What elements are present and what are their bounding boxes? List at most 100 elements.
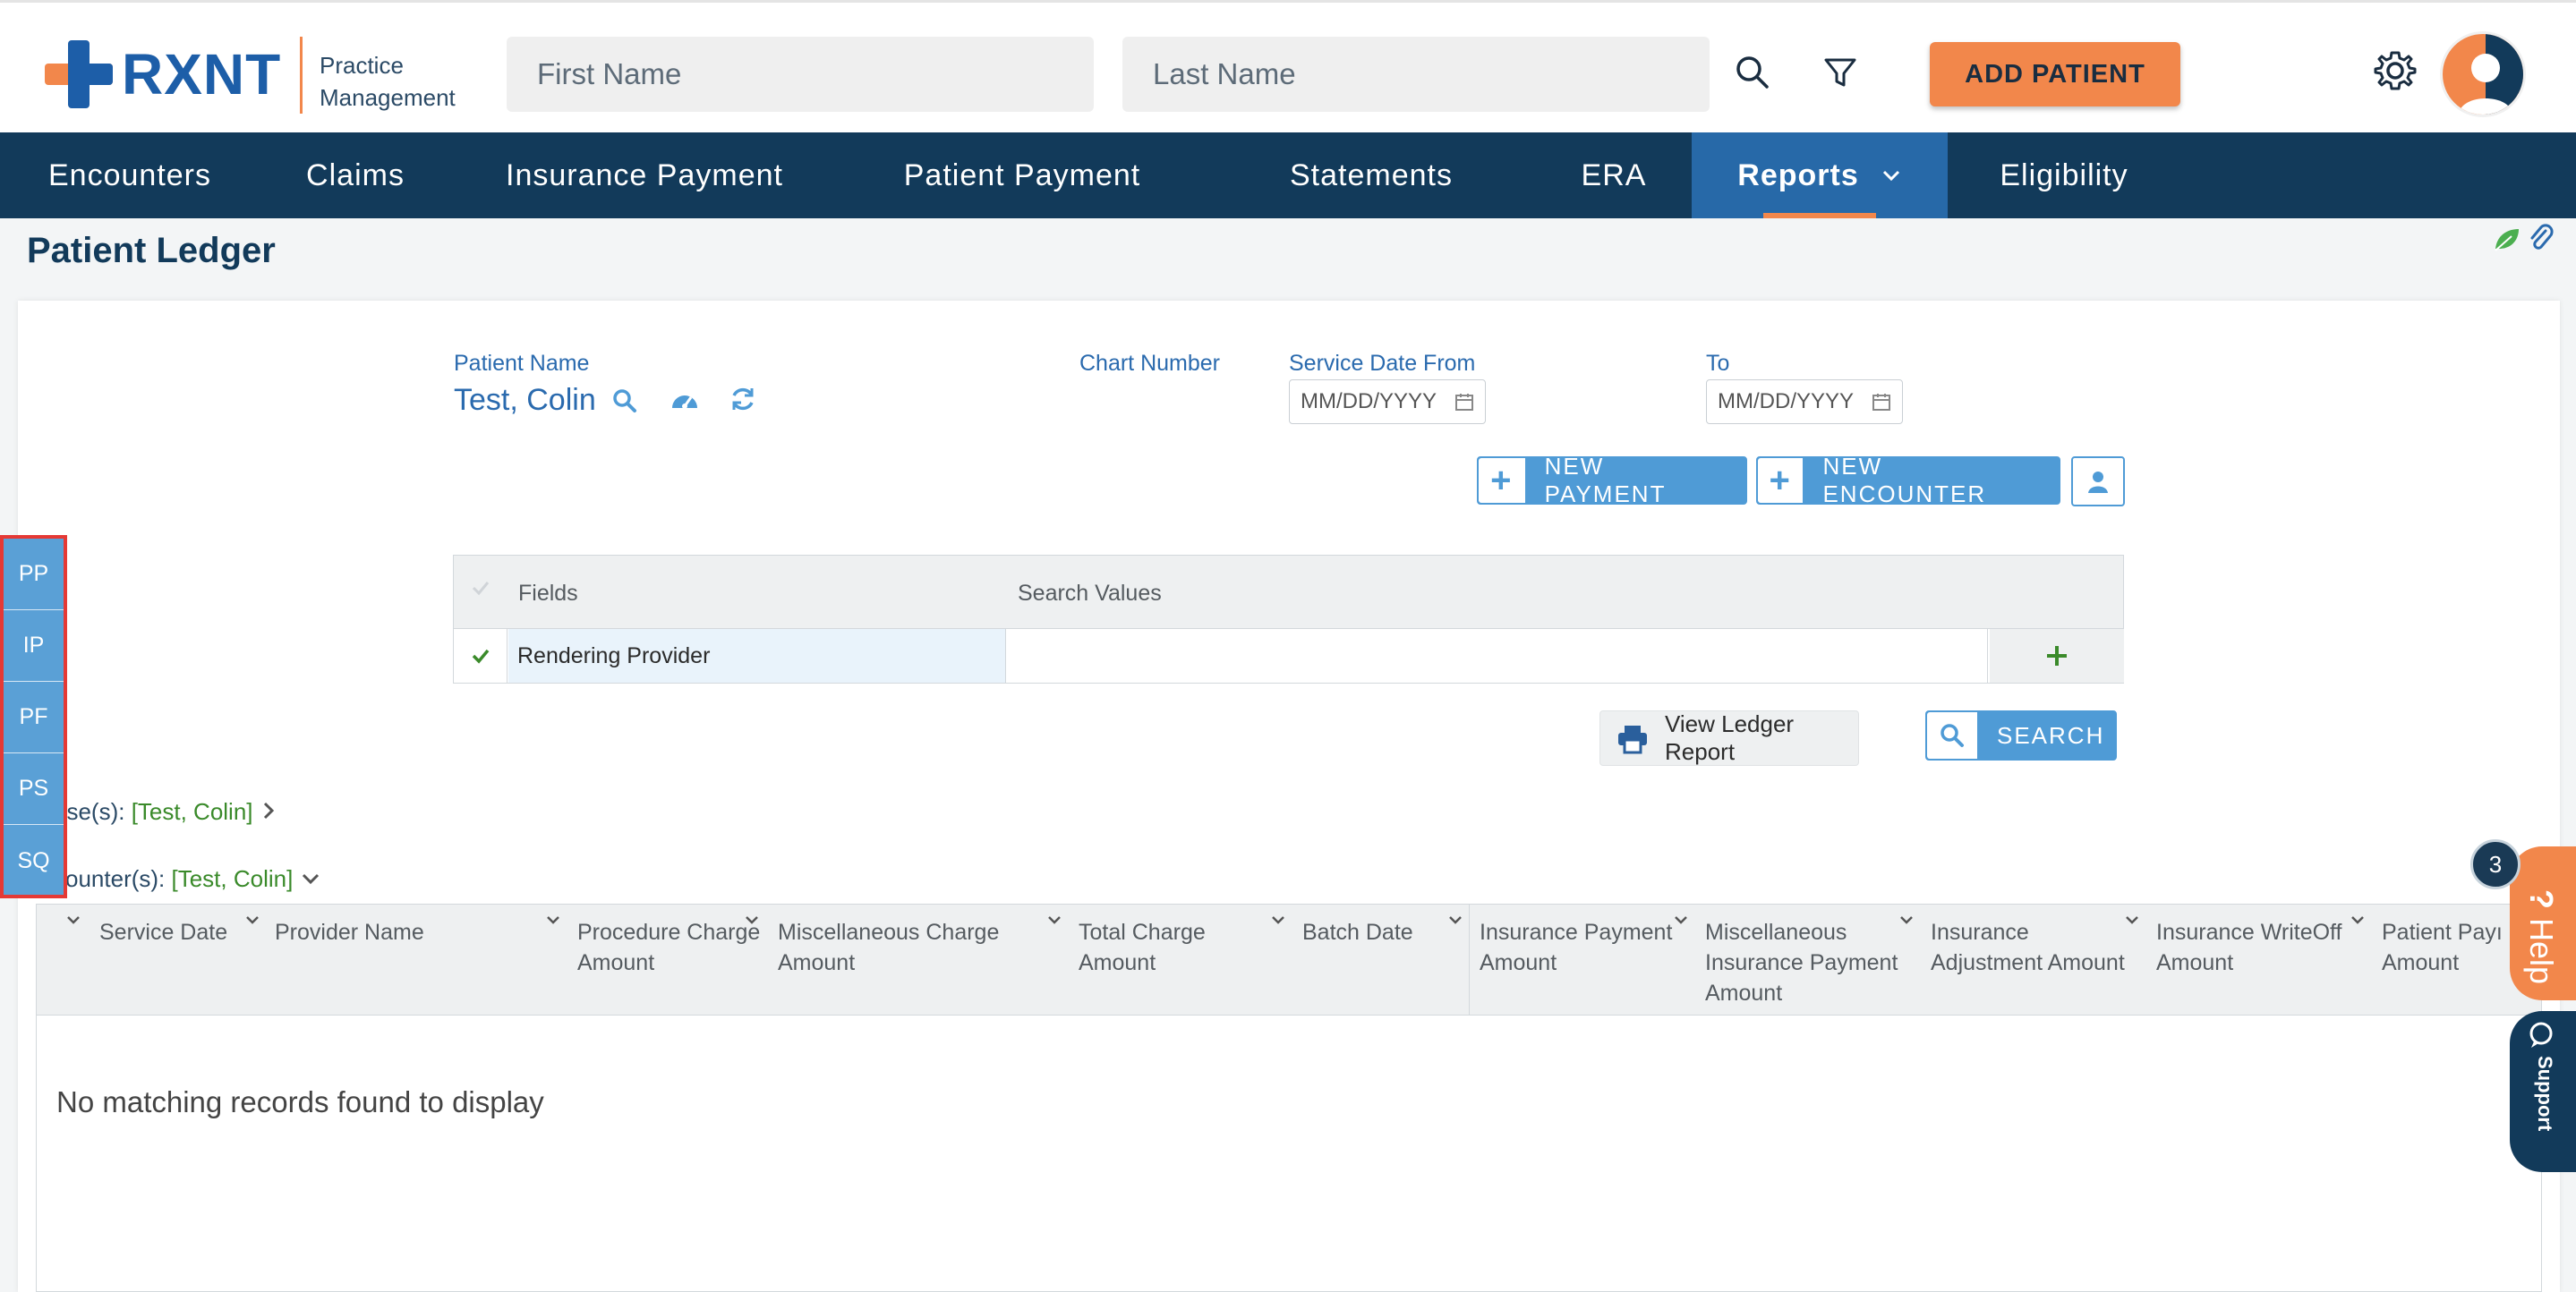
app-header: RXNT Practice Management ADD PATIENT (0, 0, 2576, 132)
main-nav: Encounters Claims Insurance Payment Pati… (0, 132, 2576, 218)
logo-divider (300, 37, 303, 114)
column-header[interactable]: Insurance Payment Amount (1480, 917, 1672, 978)
chevron-down-icon[interactable] (1447, 912, 1463, 928)
paperclip-icon[interactable] (2528, 224, 2555, 259)
new-payment-button[interactable]: + NEW PAYMENT (1477, 453, 1747, 507)
column-header[interactable]: Insurance WriteOff Amount (2156, 917, 2342, 978)
rxnt-logo[interactable]: RXNT (45, 40, 281, 108)
nav-reports[interactable]: Reports (1692, 132, 1948, 218)
column-header[interactable]: Batch Date (1302, 917, 1413, 948)
encounters-value: [Test, Colin] (171, 865, 294, 892)
new-payment-label: NEW PAYMENT (1544, 453, 1667, 507)
service-date-from-placeholder: MM/DD/YYYY (1301, 389, 1437, 413)
cases-summary[interactable]: ase(s): [Test, Colin] (54, 798, 277, 828)
quick-item-ps[interactable]: PS (4, 753, 64, 825)
chevron-down-icon[interactable] (2124, 912, 2140, 928)
filter-row: Rendering Provider (454, 629, 2124, 683)
chat-icon (2526, 1020, 2556, 1055)
dashboard-icon[interactable] (670, 387, 700, 418)
refresh-icon[interactable] (729, 385, 757, 418)
add-filter-button[interactable] (1990, 629, 2124, 683)
nav-eligibility-label: Eligibility (2000, 157, 2128, 192)
patient-name-value[interactable]: Test, Colin (454, 383, 596, 418)
cases-value: [Test, Colin] (131, 798, 253, 825)
chevron-down-icon[interactable] (244, 912, 260, 928)
to-label: To (1706, 351, 1730, 376)
chevron-down-icon[interactable] (545, 912, 561, 928)
last-name-input[interactable] (1122, 37, 1710, 112)
filter-row-check[interactable] (454, 629, 508, 683)
chevron-right-icon (260, 800, 277, 828)
nav-insurance-payment[interactable]: Insurance Payment (451, 132, 838, 218)
quick-item-ip[interactable]: IP (4, 610, 64, 682)
help-question-icon: ? (2523, 889, 2560, 918)
patient-name-label: Patient Name (454, 351, 590, 376)
chevron-down-icon (300, 867, 321, 895)
chevron-down-icon[interactable] (1898, 912, 1915, 928)
chevron-down-icon[interactable] (744, 912, 760, 928)
new-encounter-button[interactable]: + NEW ENCOUNTER (1756, 453, 2060, 507)
check-icon (470, 645, 491, 667)
new-encounter-label: NEW ENCOUNTER (1822, 453, 1987, 507)
logo-subtitle-line1: Practice (320, 52, 404, 79)
calendar-icon[interactable] (1872, 392, 1891, 412)
nav-era[interactable]: ERA (1536, 132, 1692, 218)
filter-icon[interactable] (1817, 49, 1864, 96)
nav-eligibility[interactable]: Eligibility (1948, 132, 2180, 218)
nav-patient-payment[interactable]: Patient Payment (838, 132, 1207, 218)
quick-item-pf[interactable]: PF (4, 682, 64, 753)
column-header[interactable]: Miscellaneous Charge Amount (778, 917, 999, 978)
column-header[interactable]: Insurance Adjustment Amount (1931, 917, 2125, 978)
user-avatar[interactable] (2440, 31, 2526, 117)
column-header[interactable]: Service Date (99, 917, 227, 948)
quick-item-pp[interactable]: PP (4, 539, 64, 610)
support-label[interactable]: Support (2533, 1056, 2556, 1131)
chevron-down-icon[interactable] (1270, 912, 1286, 928)
check-icon (470, 577, 491, 603)
logo-text: RXNT (122, 42, 282, 106)
chevron-down-icon[interactable] (1046, 912, 1062, 928)
first-name-input[interactable] (507, 37, 1094, 112)
service-date-from-label: Service Date From (1289, 351, 1476, 376)
logo-subtitle-line2: Management (320, 84, 456, 111)
chevron-down-icon (1881, 165, 1902, 186)
nav-claims[interactable]: Claims (260, 132, 451, 218)
view-ledger-report-button[interactable]: View Ledger Report (1599, 710, 1859, 766)
logo-subtitle: Practice Management (320, 49, 456, 114)
help-label-text: Help (2523, 918, 2560, 985)
service-date-from-input[interactable]: MM/DD/YYYY (1289, 379, 1486, 424)
column-header[interactable]: Patient Payı Amount (2382, 917, 2516, 978)
nav-encounters[interactable]: Encounters (0, 132, 260, 218)
filter-table-header: Fields Search Values (454, 556, 2123, 629)
quick-item-sq[interactable]: SQ (4, 825, 64, 897)
column-header[interactable]: Total Charge Amount (1079, 917, 1206, 978)
service-date-to-input[interactable]: MM/DD/YYYY (1706, 379, 1903, 424)
column-header[interactable]: Procedure Charge Amount (577, 917, 760, 978)
search-button[interactable]: SEARCH (1925, 710, 2117, 761)
chevron-down-icon[interactable] (2350, 912, 2366, 928)
nav-statements[interactable]: Statements (1207, 132, 1536, 218)
filter-search-value-input[interactable] (1007, 629, 1988, 683)
gear-icon[interactable] (2372, 47, 2418, 94)
encounters-summary[interactable]: counter(s): [Test, Colin] (54, 865, 321, 895)
column-header[interactable]: Miscellaneous Insurance Payment Amount (1705, 917, 1898, 1008)
chevron-down-icon[interactable] (1673, 912, 1689, 928)
chevron-down-icon[interactable] (65, 912, 81, 928)
plus-icon (2044, 643, 2069, 668)
fields-header: Fields (518, 581, 578, 606)
page-title: Patient Ledger (27, 231, 276, 270)
filter-field-cell[interactable]: Rendering Provider (508, 629, 1006, 683)
grid-header: Service Date Provider Name Procedure Cha… (37, 905, 2541, 1016)
leaf-icon[interactable] (2492, 225, 2522, 257)
help-label[interactable]: ? Help (2522, 889, 2560, 984)
empty-grid-message: No matching records found to display (56, 1085, 544, 1118)
search-icon[interactable] (1729, 49, 1776, 96)
calendar-icon[interactable] (1454, 392, 1474, 412)
search-label: SEARCH (1997, 721, 2105, 749)
add-patient-button[interactable]: ADD PATIENT (1930, 42, 2180, 106)
nav-era-label: ERA (1581, 157, 1647, 192)
patient-profile-button[interactable] (2071, 456, 2125, 506)
column-header[interactable]: Provider Name (275, 917, 424, 948)
ledger-grid: Service Date Provider Name Procedure Cha… (36, 904, 2542, 1292)
patient-search-icon[interactable] (610, 387, 639, 420)
